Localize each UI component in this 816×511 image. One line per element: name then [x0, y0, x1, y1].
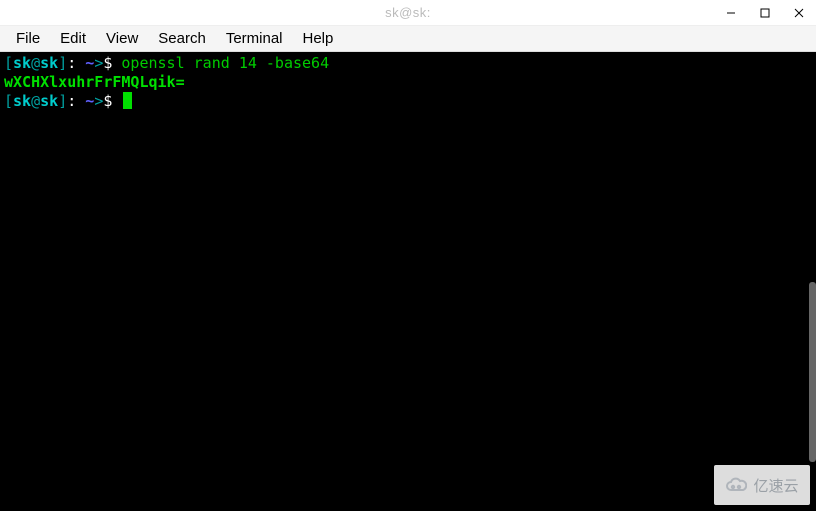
watermark-text: 亿速云: [753, 475, 798, 496]
prompt2-path: ~: [85, 92, 94, 110]
cursor-icon: [123, 92, 132, 109]
prompt2-lbracket: [: [4, 92, 13, 110]
menu-view[interactable]: View: [96, 27, 148, 50]
window-title: sk@sk:: [385, 5, 431, 20]
window-controls: [714, 0, 816, 26]
menu-help[interactable]: Help: [293, 27, 344, 50]
menubar: File Edit View Search Terminal Help: [0, 26, 816, 52]
prompt-at: @: [31, 54, 40, 72]
cloud-icon: [725, 477, 747, 493]
menu-file[interactable]: File: [6, 27, 50, 50]
menu-edit[interactable]: Edit: [50, 27, 96, 50]
prompt2-at: @: [31, 92, 40, 110]
prompt2-gt: >: [94, 92, 103, 110]
menu-terminal[interactable]: Terminal: [216, 27, 293, 50]
prompt-gt: >: [94, 54, 103, 72]
close-button[interactable]: [782, 0, 816, 26]
prompt2-sep: :: [67, 92, 85, 110]
prompt-rbracket: ]: [58, 54, 67, 72]
maximize-icon: [760, 8, 770, 18]
close-icon: [794, 8, 804, 18]
cmd-flag: -base64: [266, 54, 329, 72]
prompt2-dollar: $: [103, 92, 112, 110]
prompt-host: sk: [40, 54, 58, 72]
maximize-button[interactable]: [748, 0, 782, 26]
prompt2-rbracket: ]: [58, 92, 67, 110]
prompt-path: ~: [85, 54, 94, 72]
prompt2-host: sk: [40, 92, 58, 110]
prompt-sep: :: [67, 54, 85, 72]
prompt-dollar: $: [103, 54, 112, 72]
titlebar: sk@sk:: [0, 0, 816, 26]
minimize-icon: [726, 8, 736, 18]
prompt2-user: sk: [13, 92, 31, 110]
menu-search[interactable]: Search: [148, 27, 216, 50]
scrollbar[interactable]: [809, 282, 816, 462]
terminal-content: [sk@sk]: ~>$ openssl rand 14 -base64 wXC…: [0, 52, 816, 113]
minimize-button[interactable]: [714, 0, 748, 26]
terminal-area[interactable]: [sk@sk]: ~>$ openssl rand 14 -base64 wXC…: [0, 52, 816, 511]
watermark: 亿速云: [714, 465, 810, 505]
prompt-lbracket: [: [4, 54, 13, 72]
cmd-name: openssl: [121, 54, 184, 72]
cmd-sub: rand: [194, 54, 230, 72]
prompt-user: sk: [13, 54, 31, 72]
output-line: wXCHXlxuhrFrFMQLqik=: [4, 73, 185, 91]
cmd-num: 14: [239, 54, 257, 72]
